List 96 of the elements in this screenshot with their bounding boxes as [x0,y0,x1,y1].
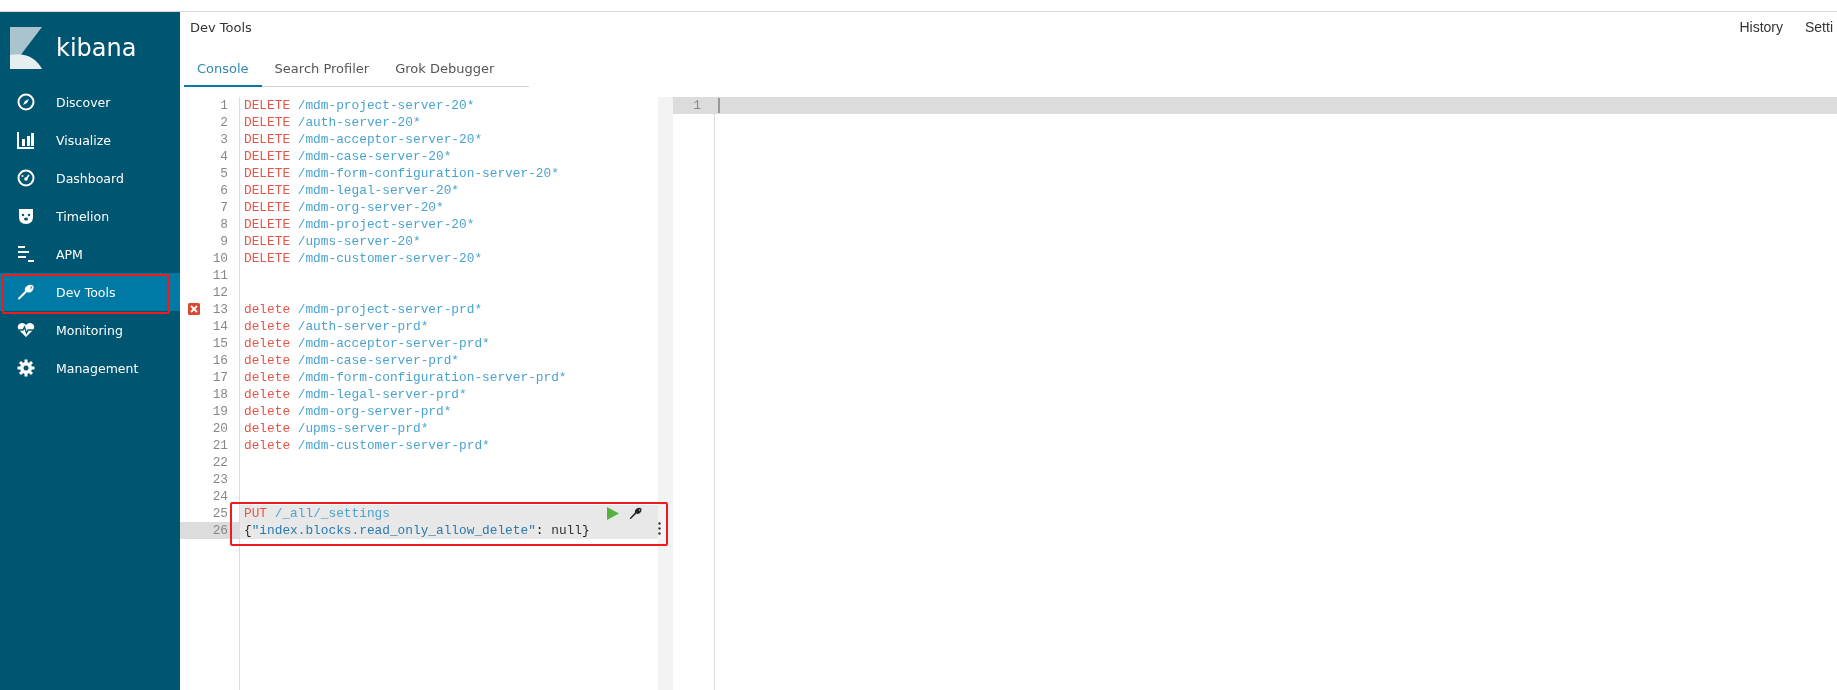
code-token: /mdm-org-server-prd* [297,404,452,419]
code-token: } [581,523,590,538]
tab[interactable]: Search Profiler [261,51,383,87]
code-token: /mdm-org-server-20* [297,200,444,215]
header-link[interactable]: History [1739,19,1783,35]
line-number: 7 [220,199,228,216]
line-number: 11 [212,267,228,284]
code-token: /mdm-project-server-20* [297,217,475,232]
nav-item[interactable]: Visualize [0,121,180,159]
code-token: delete [244,387,291,402]
code-token: delete [244,353,291,368]
code-token: "index.blocks.read_only_allow_delete" [251,523,536,538]
line-number: 1 [693,97,701,114]
code-token: /mdm-customer-server-20* [297,251,483,266]
line-number: 3 [220,131,228,148]
logo-icon [10,26,42,69]
code-token: { [244,523,252,538]
bear-icon [17,207,35,225]
timeline-icon [17,245,35,263]
code-token: DELETE [244,234,291,249]
line-number: 23 [212,471,228,488]
code-token: /mdm-case-server-prd* [297,353,460,368]
code-token: delete [244,336,291,351]
gauge-icon [17,169,35,187]
tab[interactable]: Console [184,51,262,87]
code-token: /mdm-legal-server-20* [297,183,460,198]
code-token: /mdm-customer-server-prd* [297,438,490,453]
line-number: 16 [212,352,228,369]
code-token: delete [244,404,291,419]
code-token: DELETE [244,132,291,147]
line-number: 8 [220,216,228,233]
code-token: DELETE [244,183,291,198]
code-token: DELETE [244,251,291,266]
code-token: delete [244,438,291,453]
line-number: 14 [212,318,228,335]
line-number: 18 [212,386,228,403]
code-token: /mdm-project-server-prd* [297,302,483,317]
code-token: /upms-server-prd* [297,421,429,436]
code-token: /mdm-form-configuration-server-prd* [297,370,567,385]
code-token: /_all/_settings [274,506,390,521]
code-token: delete [244,370,291,385]
code-token: null [551,523,582,538]
logo-text: kibana [56,33,137,62]
nav-item[interactable]: Dev Tools [0,273,180,311]
nav-item[interactable]: Management [0,349,180,387]
settings-icon [17,359,35,377]
code-token: /mdm-acceptor-server-20* [297,132,483,147]
code-token: /auth-server-prd* [297,319,429,334]
line-number: 24 [212,488,228,505]
page-title: Dev Tools [190,19,252,35]
code-token: /mdm-form-configuration-server-20* [297,166,559,181]
nav-item[interactable]: Discover [0,83,180,121]
line-number: 6 [220,182,228,199]
code-token: /mdm-acceptor-server-prd* [297,336,490,351]
line-number: 5 [220,165,228,182]
tab[interactable]: Grok Debugger [382,51,508,87]
code-token: delete [244,421,291,436]
code-token: : [535,523,544,538]
line-number: 22 [212,454,228,471]
code-token: DELETE [244,98,291,113]
nav-item[interactable]: Timelion [0,197,180,235]
line-number: 15 [212,335,228,352]
code-token: DELETE [244,217,291,232]
nav-item[interactable]: Monitoring [0,311,180,349]
header-link[interactable]: Setti [1805,19,1833,35]
nav-item[interactable]: APM [0,235,180,273]
line-number: 4 [220,148,228,165]
code-token: /upms-server-20* [297,234,421,249]
line-number: 12 [212,284,228,301]
code-token: DELETE [244,115,291,130]
line-number: 20 [212,420,228,437]
nav-item[interactable]: Dashboard [0,159,180,197]
line-number: 13 [212,301,228,318]
line-number: 21 [212,437,228,454]
line-number: 26 [212,522,228,539]
code-token: /mdm-project-server-20* [297,98,475,113]
line-number: 19 [212,403,228,420]
code-token: /mdm-legal-server-prd* [297,387,467,402]
code-token: delete [244,302,291,317]
line-number: 25 [212,505,228,522]
code-token: PUT [244,506,268,521]
code-token: delete [244,319,291,334]
code-token: DELETE [244,149,291,164]
bar-chart-icon [17,131,35,149]
code-token: /auth-server-20* [297,115,421,130]
heart-pulse-icon [17,321,35,339]
line-number: 17 [212,369,228,386]
resize-handle-icon[interactable] [658,522,661,535]
line-number: 2 [220,114,228,131]
code-token: DELETE [244,166,291,181]
line-number: 9 [220,233,228,250]
code-token: /mdm-case-server-20* [297,149,452,164]
line-number: 10 [212,250,228,267]
line-number: 1 [220,97,228,114]
code-token: DELETE [244,200,291,215]
compass-icon [17,93,35,111]
